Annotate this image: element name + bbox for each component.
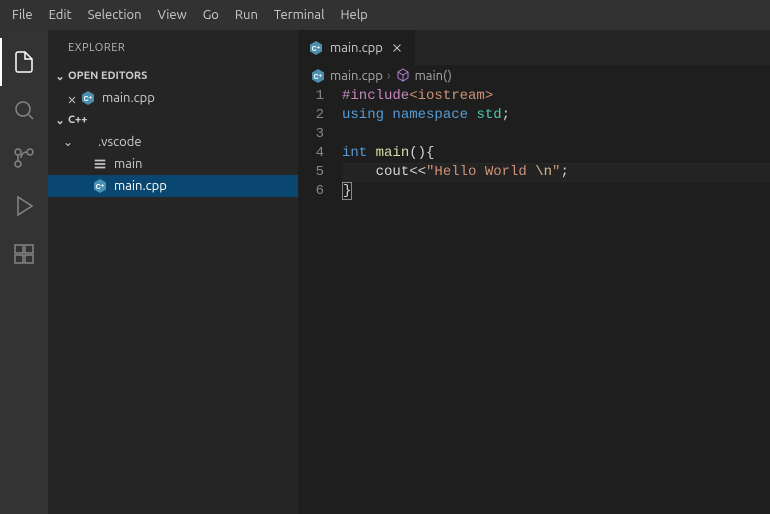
search-icon (12, 98, 36, 122)
svg-text:C⁺: C⁺ (84, 96, 93, 103)
folder-item[interactable]: ⌄ .vscode (48, 131, 298, 153)
line-number: 5 (298, 163, 324, 182)
cpp-file-icon: C⁺ (308, 40, 324, 56)
line-number: 2 (298, 106, 324, 125)
line-number: 1 (298, 87, 324, 106)
svg-text:C⁺: C⁺ (96, 184, 105, 191)
menu-edit[interactable]: Edit (41, 0, 80, 30)
menu-go[interactable]: Go (195, 0, 227, 30)
search-activity[interactable] (0, 86, 48, 134)
open-editors-label: OPEN EDITORS (68, 70, 147, 82)
file-item[interactable]: main (48, 153, 298, 175)
breadcrumbs[interactable]: C⁺ main.cpp › main() (298, 65, 770, 87)
sidebar-title: EXPLORER (48, 30, 298, 65)
breadcrumb-file[interactable]: main.cpp (330, 69, 383, 83)
tree-item-label: .vscode (98, 135, 142, 149)
tab-label: main.cpp (330, 41, 383, 55)
menu-view[interactable]: View (150, 0, 195, 30)
cpp-file-icon: C⁺ (80, 90, 96, 106)
tree-item-label: main (114, 157, 142, 171)
editor-group: C⁺ main.cpp C⁺ main.cpp › main() 123456 … (298, 30, 770, 514)
folder-icon (76, 134, 92, 150)
chevron-down-icon: ⌄ (60, 135, 76, 149)
line-number: 3 (298, 125, 324, 144)
files-icon (12, 50, 36, 74)
code-line[interactable]: int main(){ (342, 144, 770, 163)
code-line[interactable]: } (342, 182, 770, 201)
line-number-gutter: 123456 (298, 87, 342, 514)
menu-file[interactable]: File (4, 0, 41, 30)
extensions-activity[interactable] (0, 230, 48, 278)
sidebar: EXPLORER ⌄ OPEN EDITORS C⁺ main.cpp ⌄ C++… (48, 30, 298, 514)
editor-tabs: C⁺ main.cpp (298, 30, 770, 65)
close-icon[interactable] (66, 94, 74, 102)
menu-help[interactable]: Help (332, 0, 375, 30)
source-control-activity[interactable] (0, 134, 48, 182)
symbol-method-icon (395, 67, 411, 86)
run-debug-activity[interactable] (0, 182, 48, 230)
open-editor-item[interactable]: C⁺ main.cpp (48, 87, 298, 109)
workspace-header[interactable]: ⌄ C++ (48, 109, 298, 131)
open-editors-header[interactable]: ⌄ OPEN EDITORS (48, 65, 298, 87)
workspace-label: C++ (68, 114, 87, 126)
breadcrumb-separator: › (387, 69, 391, 83)
code-line[interactable]: #include<iostream> (342, 87, 770, 106)
chevron-down-icon: ⌄ (52, 114, 68, 127)
breadcrumb-symbol[interactable]: main() (415, 69, 452, 83)
workbench: EXPLORER ⌄ OPEN EDITORS C⁺ main.cpp ⌄ C++… (0, 30, 770, 514)
binary-file-icon (92, 156, 108, 172)
menu-selection[interactable]: Selection (80, 0, 150, 30)
code-content[interactable]: #include<iostream>using namespace std; in… (342, 87, 770, 514)
tab-close-button[interactable] (389, 40, 405, 56)
menu-run[interactable]: Run (227, 0, 266, 30)
code-line[interactable]: cout<<"Hello World \n"; (342, 163, 770, 182)
chevron-down-icon: ⌄ (52, 70, 68, 83)
extensions-icon (12, 242, 36, 266)
svg-text:C⁺: C⁺ (314, 74, 323, 81)
source-control-icon (12, 146, 36, 170)
tree-item-label: main.cpp (114, 179, 167, 193)
open-editor-label: main.cpp (102, 91, 155, 105)
line-number: 6 (298, 182, 324, 201)
explorer-activity[interactable] (0, 38, 48, 86)
tab-main-cpp[interactable]: C⁺ main.cpp (298, 30, 416, 65)
file-item[interactable]: C⁺ main.cpp (48, 175, 298, 197)
line-number: 4 (298, 144, 324, 163)
menu-terminal[interactable]: Terminal (266, 0, 333, 30)
close-icon (390, 41, 404, 55)
activity-bar (0, 30, 48, 514)
code-line[interactable]: using namespace std; (342, 106, 770, 125)
cpp-file-icon: C⁺ (310, 68, 326, 84)
svg-text:C⁺: C⁺ (312, 46, 321, 53)
debug-icon (12, 194, 36, 218)
code-editor[interactable]: 123456 #include<iostream>using namespace… (298, 87, 770, 514)
cpp-file-icon: C⁺ (92, 178, 108, 194)
menubar: FileEditSelectionViewGoRunTerminalHelp (0, 0, 770, 30)
code-line[interactable] (342, 125, 770, 144)
